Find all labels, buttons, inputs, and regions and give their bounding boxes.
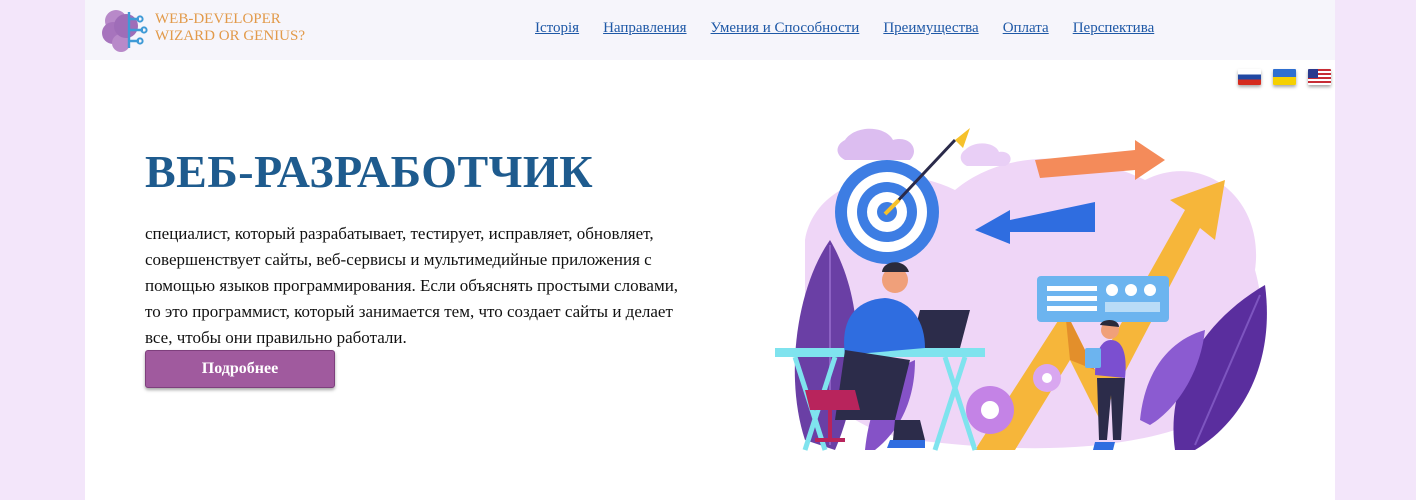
nav-link-skills[interactable]: Умения и Способности [711,20,860,37]
header: WEB-DEVELOPER WIZARD OR GENIUS? Історія … [85,0,1335,60]
brain-logo-icon[interactable] [99,4,151,56]
brand-line-2: WIZARD OR GENIUS? [155,28,305,44]
brand-name[interactable]: WEB-DEVELOPER WIZARD OR GENIUS? [155,11,305,45]
brand-line-1: WEB-DEVELOPER [155,11,281,27]
hero-description: специалист, который разрабатывает, тести… [145,224,679,347]
ukraine-flag-icon[interactable] [1273,69,1296,85]
nav-link-payment[interactable]: Оплата [1003,20,1049,37]
usa-flag-icon[interactable] [1308,69,1331,85]
developer-illustration [775,128,1267,451]
page-container: WEB-DEVELOPER WIZARD OR GENIUS? Історія … [85,0,1335,500]
language-switcher [1238,69,1331,85]
more-button[interactable]: Подробнее [145,350,335,388]
hero-title: ВЕБ-РАЗРАБОТЧИК [145,146,594,197]
nav-link-advantages[interactable]: Преимущества [883,20,978,37]
nav-link-history[interactable]: Історія [535,20,579,37]
main-nav: Історія Направления Умения и Способности… [535,20,1154,37]
russia-flag-icon[interactable] [1238,69,1261,85]
nav-link-directions[interactable]: Направления [603,20,686,37]
nav-link-perspective[interactable]: Перспектива [1073,20,1155,37]
